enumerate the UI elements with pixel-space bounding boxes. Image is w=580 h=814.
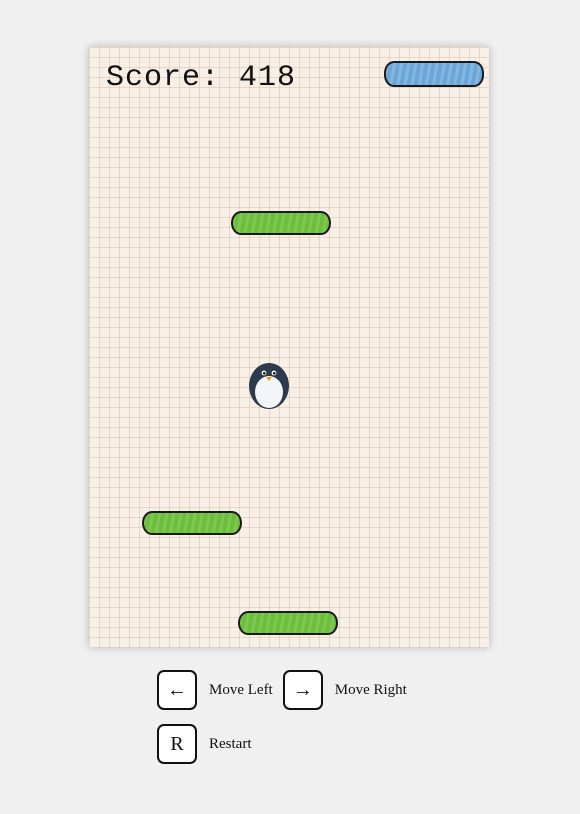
platform-green [142,511,242,535]
platform-green [238,611,338,635]
penguin-player [249,363,289,409]
move-right-label: Move Right [334,681,407,698]
score-display: Score: 418 [106,61,297,95]
right-arrow-key[interactable]: → [282,670,323,710]
move-left-label: Move Left [209,681,273,698]
restart-key[interactable]: R [157,724,197,764]
restart-label: Restart [209,735,252,752]
game-canvas[interactable]: Score: 418 [89,47,489,647]
controls-legend: ← Move Left → Move Right R Restart [157,668,417,776]
platform-green [231,211,331,235]
left-arrow-key[interactable]: ← [157,670,197,710]
platform-blue [384,61,484,87]
